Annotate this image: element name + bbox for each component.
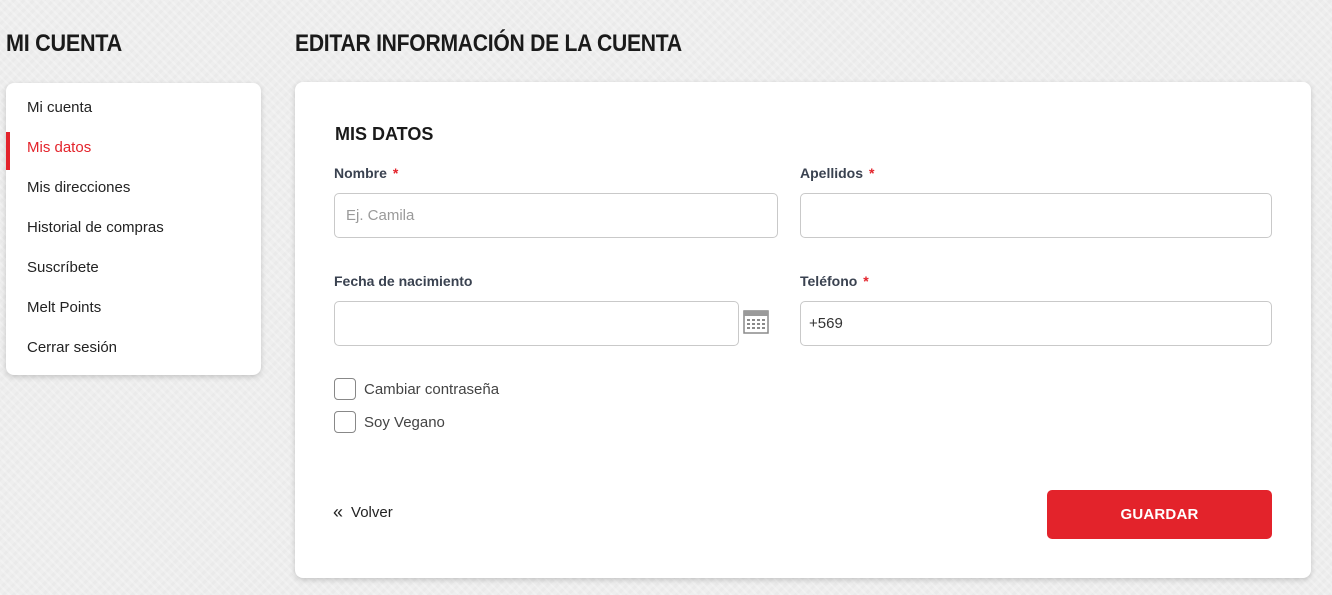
sidebar-item-melt-points[interactable]: Melt Points <box>6 290 261 330</box>
double-chevron-left-icon: « <box>333 502 344 522</box>
sidebar-item-mis-direcciones[interactable]: Mis direcciones <box>6 170 261 210</box>
sidebar-item-suscribete[interactable]: Suscríbete <box>6 250 261 290</box>
soy-vegano-option[interactable]: Soy Vegano <box>334 411 445 433</box>
back-label: Volver <box>351 503 393 521</box>
sidebar-item-cerrar-sesion[interactable]: Cerrar sesión <box>6 330 261 370</box>
apellidos-label-text: Apellidos <box>800 165 864 181</box>
sidebar-item-mi-cuenta[interactable]: Mi cuenta <box>6 90 261 130</box>
sidebar-item-historial-de-compras[interactable]: Historial de compras <box>6 210 261 250</box>
cambiar-contrasena-label: Cambiar contraseña <box>364 380 500 398</box>
apellidos-label: Apellidos * <box>800 165 874 181</box>
apellidos-input[interactable] <box>800 193 1272 238</box>
apellidos-required-mark: * <box>869 165 875 181</box>
cambiar-contrasena-option[interactable]: Cambiar contraseña <box>334 378 499 400</box>
fecha-nacimiento-input[interactable] <box>334 301 739 346</box>
calendar-icon[interactable] <box>743 310 769 334</box>
sidebar-item-mis-datos[interactable]: Mis datos <box>6 130 261 170</box>
edit-account-card: MIS DATOS Nombre * Apellidos * Fecha de na… <box>295 82 1311 578</box>
sidebar-title: MI CUENTA <box>6 30 122 57</box>
telefono-label-text: Teléfono <box>800 273 858 289</box>
nombre-input[interactable] <box>334 193 778 238</box>
page-title: EDITAR INFORMACIÓN DE LA CUENTA <box>295 30 682 57</box>
fecha-label: Fecha de nacimiento <box>334 273 472 289</box>
telefono-required-mark: * <box>863 273 869 289</box>
save-button[interactable]: GUARDAR <box>1047 490 1272 539</box>
section-title: MIS DATOS <box>335 124 434 144</box>
cambiar-contrasena-checkbox[interactable] <box>334 378 356 400</box>
soy-vegano-checkbox[interactable] <box>334 411 356 433</box>
nombre-required-mark: * <box>392 165 399 181</box>
soy-vegano-label: Soy Vegano <box>364 413 445 431</box>
nombre-label: Nombre * <box>334 165 398 181</box>
fecha-label-text: Fecha de nacimiento <box>334 273 473 289</box>
telefono-label: Teléfono * <box>800 273 869 289</box>
nombre-label-text: Nombre <box>334 165 387 181</box>
account-sidebar: Mi cuenta Mis datos Mis direcciones Hist… <box>6 83 261 375</box>
back-link[interactable]: « Volver <box>333 503 393 521</box>
telefono-input[interactable] <box>800 301 1272 346</box>
